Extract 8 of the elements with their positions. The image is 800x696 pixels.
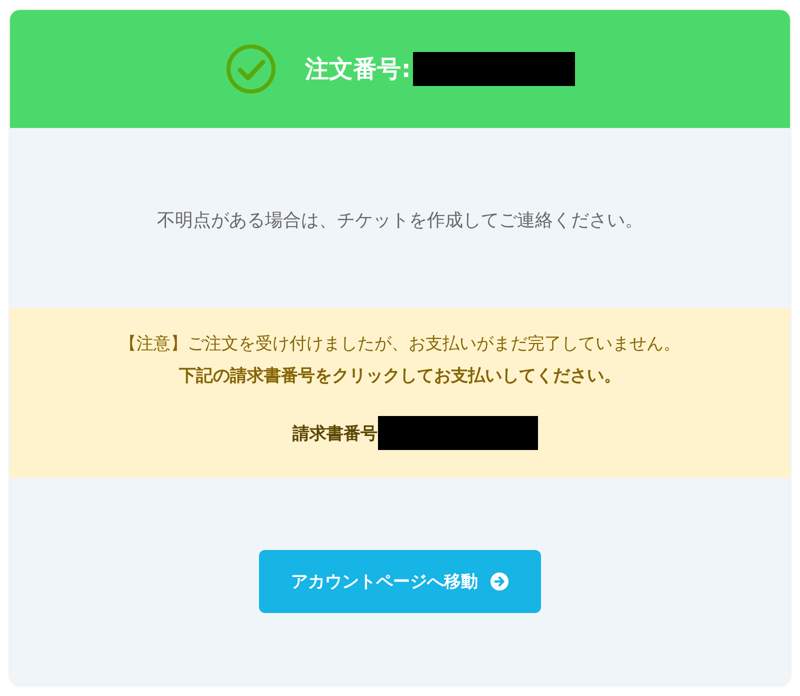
instruction-text: 下記の請求書番号をクリックしてお支払いしてください。 xyxy=(178,365,622,388)
help-message: 不明点がある場合は、チケットを作成してご連絡ください。 xyxy=(156,209,644,233)
account-page-button[interactable]: アカウントページへ移動 xyxy=(259,550,541,613)
order-number-label: 注文番号: xyxy=(305,54,411,85)
warning-text: 【注意】ご注文を受け付けましたが、お支払いがまだ完了していません。 xyxy=(118,333,682,356)
invoice-number-label: 請求書番号 xyxy=(292,422,378,444)
arrow-circle-icon xyxy=(490,572,509,591)
check-circle-icon xyxy=(225,43,278,95)
